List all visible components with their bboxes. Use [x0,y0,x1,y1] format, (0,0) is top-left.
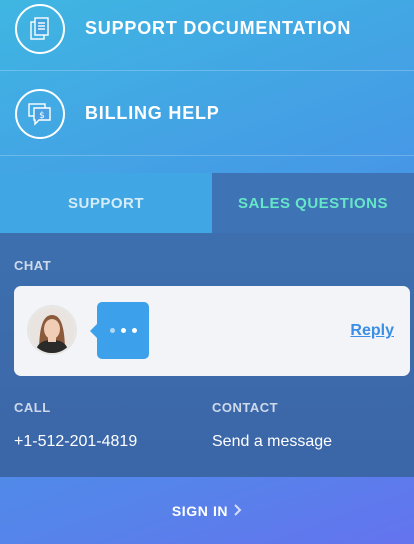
tab-bar: SUPPORT SALES QUESTIONS [0,173,414,233]
tab-sales-questions[interactable]: SALES QUESTIONS [212,173,414,233]
sign-in-label: SIGN IN [171,502,229,519]
reply-link[interactable]: Reply [350,322,394,340]
call-section-label: CALL [14,400,51,415]
menu-label-billing-help: BILLING HELP [85,103,220,123]
sales-panel: CHAT Reply CALL +1-512-201-4819 CONTACT … [0,233,414,477]
contact-section-label: CONTACT [212,400,279,415]
billing-chat-icon: $ [15,88,65,139]
chevron-right-icon [234,503,242,519]
menu-label-support-documentation: SUPPORT DOCUMENTATION [85,18,352,38]
phone-number-link[interactable]: +1-512-201-4819 [14,433,137,451]
sign-in-button[interactable]: SIGN IN [0,477,414,544]
chat-card[interactable]: Reply [14,286,410,376]
tab-support[interactable]: SUPPORT [0,173,212,233]
avatar [29,307,75,353]
svg-text:$: $ [39,111,45,121]
menu-item-billing-help[interactable]: $ BILLING HELP [0,72,414,156]
send-message-link[interactable]: Send a message [212,433,332,451]
menu-item-support-documentation[interactable]: SUPPORT DOCUMENTATION [0,0,414,71]
documents-icon [15,3,65,54]
typing-dots-icon [90,302,149,359]
chat-section-label: CHAT [14,258,52,273]
